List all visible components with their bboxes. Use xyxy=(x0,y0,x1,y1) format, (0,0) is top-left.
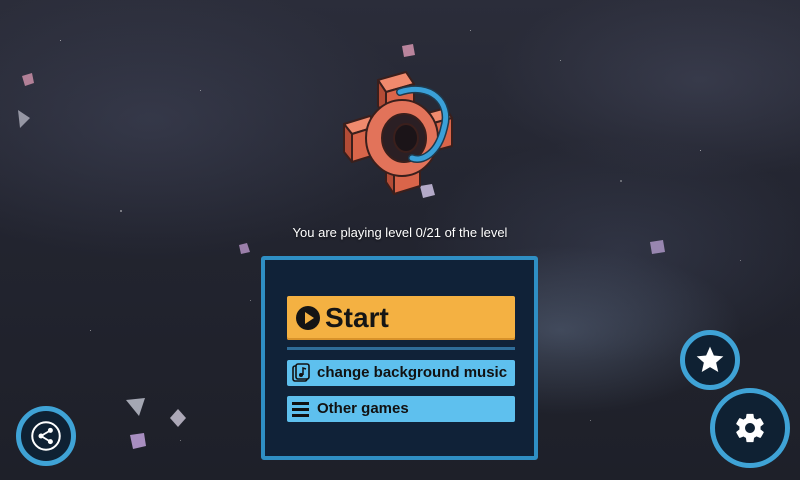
menu-divider xyxy=(287,347,515,350)
debris-piece xyxy=(126,398,145,416)
start-button[interactable]: Start xyxy=(287,296,515,340)
other-games-button[interactable]: Other games xyxy=(287,396,515,422)
other-games-label: Other games xyxy=(317,400,409,417)
change-music-button[interactable]: change background music xyxy=(287,360,515,386)
star-icon xyxy=(696,346,724,372)
debris-piece xyxy=(130,433,146,449)
play-circle-icon xyxy=(296,306,320,330)
debris-piece xyxy=(18,110,30,128)
start-button-label: Start xyxy=(325,302,389,333)
share-button[interactable] xyxy=(16,406,76,466)
debris-piece xyxy=(650,240,665,254)
debris-piece xyxy=(22,73,34,86)
level-progress-text: You are playing level 0/21 of the level xyxy=(292,225,508,240)
debris-piece xyxy=(239,243,250,254)
debris-piece xyxy=(170,409,186,427)
music-note-icon xyxy=(292,363,310,382)
cube-ring-logo-icon xyxy=(343,71,453,195)
main-menu-panel: Start change background music Other game… xyxy=(261,256,538,460)
favorite-button[interactable] xyxy=(680,330,740,390)
hamburger-menu-icon xyxy=(292,402,309,417)
settings-button[interactable] xyxy=(710,388,790,468)
gear-icon xyxy=(736,413,764,443)
change-music-label: change background music xyxy=(317,364,508,381)
share-icon xyxy=(31,421,61,451)
debris-piece xyxy=(402,44,415,57)
